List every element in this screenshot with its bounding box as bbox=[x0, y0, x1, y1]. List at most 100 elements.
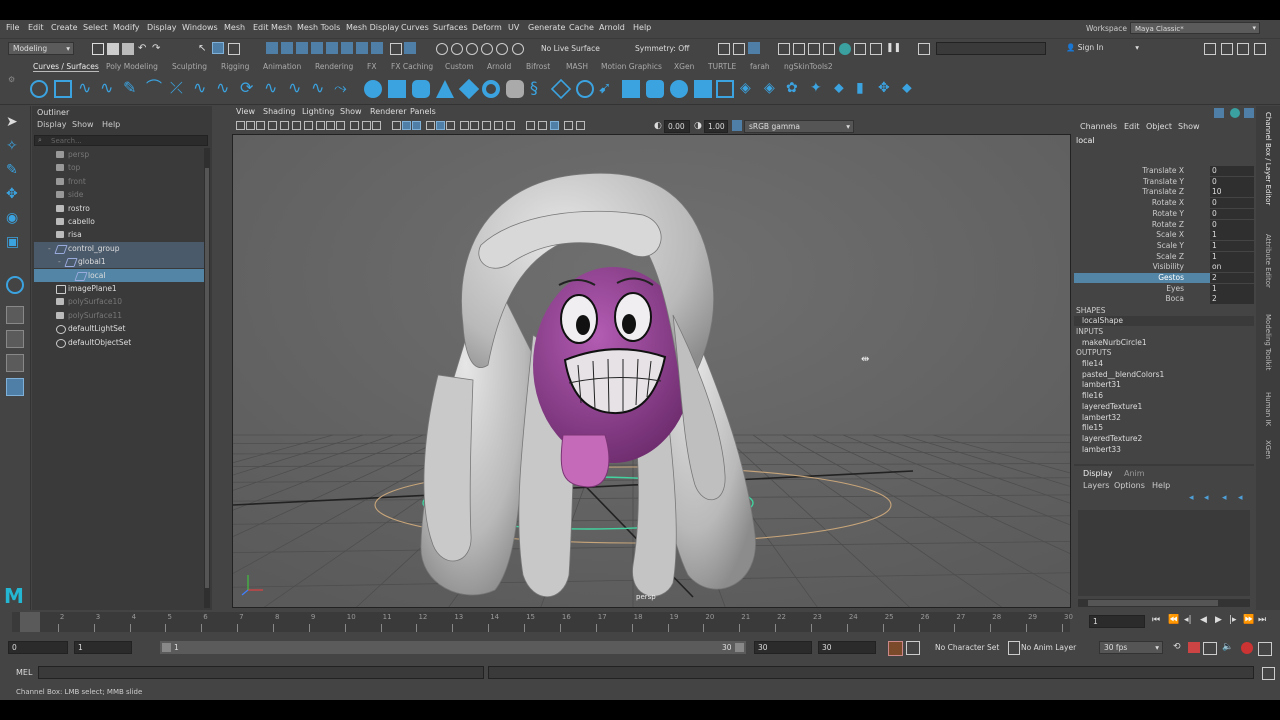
viewport-menu-lighting[interactable]: Lighting bbox=[302, 107, 334, 116]
attribute-editor-toggle-icon[interactable] bbox=[1221, 43, 1233, 55]
step-forward-key-icon[interactable]: ⏩ bbox=[1243, 615, 1254, 625]
cache-playback-icon[interactable] bbox=[1188, 642, 1200, 653]
add-points-icon[interactable]: ∿ bbox=[311, 80, 329, 98]
menu-uv[interactable]: UV bbox=[508, 23, 519, 32]
go-to-end-icon[interactable]: ⏭ bbox=[1258, 615, 1266, 625]
birail-icon[interactable]: ➹ bbox=[598, 80, 616, 98]
select-hierarchy-icon[interactable]: ↖ bbox=[198, 43, 210, 55]
insert-isoparm-icon[interactable]: ✦ bbox=[810, 80, 828, 98]
single-perspective-layout-icon[interactable] bbox=[6, 306, 24, 324]
bookmarks-icon[interactable] bbox=[256, 121, 265, 130]
anim-layer-label[interactable]: No Anim Layer bbox=[1021, 643, 1076, 652]
wireframe-on-shaded-icon[interactable] bbox=[426, 121, 435, 130]
channel-attribute-row[interactable]: Scale X 1 bbox=[1074, 230, 1254, 241]
loft-icon[interactable]: § bbox=[530, 80, 548, 98]
output-node[interactable]: file15 bbox=[1082, 423, 1103, 432]
tool-settings-icon[interactable] bbox=[1244, 108, 1254, 118]
outliner-scrollbar[interactable] bbox=[204, 148, 210, 608]
menu-file[interactable]: File bbox=[6, 23, 19, 32]
move-layer-down-icon[interactable]: ◂ bbox=[1204, 493, 1209, 503]
select-misc-icon[interactable] bbox=[371, 42, 383, 54]
outliner-menu-help[interactable]: Help bbox=[102, 120, 120, 129]
snap-curve-icon[interactable] bbox=[451, 43, 463, 55]
highlight-selection-icon[interactable] bbox=[404, 42, 416, 54]
outliner-item[interactable]: risa bbox=[34, 228, 204, 241]
step-forward-frame-icon[interactable]: |▸ bbox=[1229, 615, 1237, 625]
outliner-item[interactable]: side bbox=[34, 188, 204, 201]
workspace-toggle-icon[interactable] bbox=[1204, 43, 1216, 55]
gamma-field[interactable]: 1.00 bbox=[704, 120, 728, 133]
snap-grid-icon[interactable] bbox=[436, 43, 448, 55]
camera-attributes-icon[interactable] bbox=[246, 121, 255, 130]
keying-icon[interactable] bbox=[906, 641, 920, 655]
last-tool-icon[interactable] bbox=[6, 276, 24, 294]
scale-tool-icon[interactable]: ▣ bbox=[6, 234, 24, 252]
output-node[interactable]: layeredTexture1 bbox=[1082, 402, 1142, 411]
lock-selection-icon[interactable] bbox=[390, 43, 402, 55]
layer-tab-anim[interactable]: Anim bbox=[1124, 469, 1145, 478]
output-node[interactable]: lambert33 bbox=[1082, 445, 1121, 454]
menu-set-dropdown[interactable]: Modeling ▾ bbox=[8, 42, 74, 55]
shelf-tab-arnold[interactable]: Arnold bbox=[487, 62, 511, 71]
offset-curve-icon[interactable]: ∿ bbox=[264, 80, 282, 98]
select-curves-icon[interactable] bbox=[296, 42, 308, 54]
time-slider-track[interactable]: 1234567891011121314151617181920212223242… bbox=[12, 612, 1073, 632]
outliner-scroll-thumb[interactable] bbox=[205, 168, 209, 588]
lasso-tool-icon[interactable]: ✧ bbox=[6, 138, 24, 156]
channel-attribute-row[interactable]: Rotate X 0 bbox=[1074, 198, 1254, 209]
outliner-item[interactable]: persp bbox=[34, 148, 204, 161]
motion-blur-icon[interactable] bbox=[482, 121, 491, 130]
menu-display[interactable]: Display bbox=[147, 23, 177, 32]
trim-tool-icon[interactable]: ◈ bbox=[740, 80, 758, 98]
rebuild-surface-icon[interactable]: ▮ bbox=[856, 80, 874, 98]
channel-attribute-value[interactable]: 10 bbox=[1210, 187, 1254, 198]
channel-attribute-row[interactable]: Gestos 2 bbox=[1074, 273, 1254, 283]
channel-attribute-value[interactable]: 1 bbox=[1210, 283, 1254, 294]
channel-box-icon[interactable] bbox=[1214, 108, 1224, 118]
range-bar[interactable]: 1 30 bbox=[160, 641, 746, 654]
channel-attribute-row[interactable]: Eyes 1 bbox=[1074, 283, 1254, 294]
sign-in-dropdown[interactable]: 👤 Sign In ▾ bbox=[1062, 42, 1142, 55]
revolve-icon[interactable] bbox=[506, 80, 524, 98]
menu-edit[interactable]: Edit bbox=[28, 23, 44, 32]
make-live-icon[interactable] bbox=[512, 43, 524, 55]
output-node[interactable]: lambert32 bbox=[1082, 413, 1121, 422]
light-editor-icon[interactable] bbox=[870, 43, 882, 55]
play-forwards-icon[interactable]: ▶ bbox=[1215, 615, 1222, 625]
ep-curve-icon[interactable]: ∿ bbox=[100, 80, 118, 98]
outliner-item[interactable]: cabello bbox=[34, 215, 204, 228]
layer-scrollbar[interactable] bbox=[1078, 599, 1250, 607]
channel-attribute-row[interactable]: Boca 2 bbox=[1074, 294, 1254, 305]
live-surface-label[interactable]: No Live Surface bbox=[541, 44, 600, 53]
2d-pan-zoom-icon[interactable] bbox=[280, 121, 289, 130]
new-layer-icon[interactable]: ◂ bbox=[1222, 493, 1227, 503]
shelf-tab-sculpting[interactable]: Sculpting bbox=[172, 62, 207, 71]
xray-icon[interactable] bbox=[538, 121, 547, 130]
select-deformations-icon[interactable] bbox=[326, 42, 338, 54]
shelf-tab-rigging[interactable]: Rigging bbox=[221, 62, 249, 71]
hypershade-icon[interactable] bbox=[839, 43, 851, 55]
outliner-item[interactable]: top bbox=[34, 161, 204, 174]
nurbs-torus-icon[interactable] bbox=[482, 80, 500, 98]
outliner-layout-icon[interactable] bbox=[6, 378, 24, 396]
align-surfaces-icon[interactable] bbox=[716, 80, 734, 98]
channels-menu-channels[interactable]: Channels bbox=[1080, 122, 1117, 131]
isolate-select-icon[interactable] bbox=[526, 121, 535, 130]
channel-attribute-value[interactable]: 2 bbox=[1210, 294, 1254, 305]
render-settings-icon[interactable] bbox=[823, 43, 835, 55]
grease-pencil-icon[interactable] bbox=[292, 121, 301, 130]
nurbs-cylinder-icon[interactable] bbox=[412, 80, 430, 98]
outliner-item[interactable]: - control_group bbox=[34, 241, 204, 255]
planar-icon[interactable] bbox=[550, 78, 572, 100]
range-start-handle[interactable] bbox=[162, 643, 171, 652]
move-layer-up-icon[interactable]: ◂ bbox=[1189, 493, 1194, 503]
menu-modify[interactable]: Modify bbox=[113, 23, 140, 32]
nurbs-circle-icon[interactable] bbox=[30, 80, 48, 98]
ipr-render-icon[interactable] bbox=[808, 43, 820, 55]
channel-attribute-value[interactable]: 2 bbox=[1210, 273, 1254, 283]
channel-attribute-row[interactable]: Translate Z 10 bbox=[1074, 187, 1254, 198]
outliner-item[interactable]: imagePlane1 bbox=[34, 282, 204, 295]
color-management-icon[interactable] bbox=[732, 120, 742, 131]
perspective-viewport[interactable]: ⇹ persp bbox=[232, 134, 1071, 608]
nurbs-cube-icon[interactable] bbox=[388, 80, 406, 98]
